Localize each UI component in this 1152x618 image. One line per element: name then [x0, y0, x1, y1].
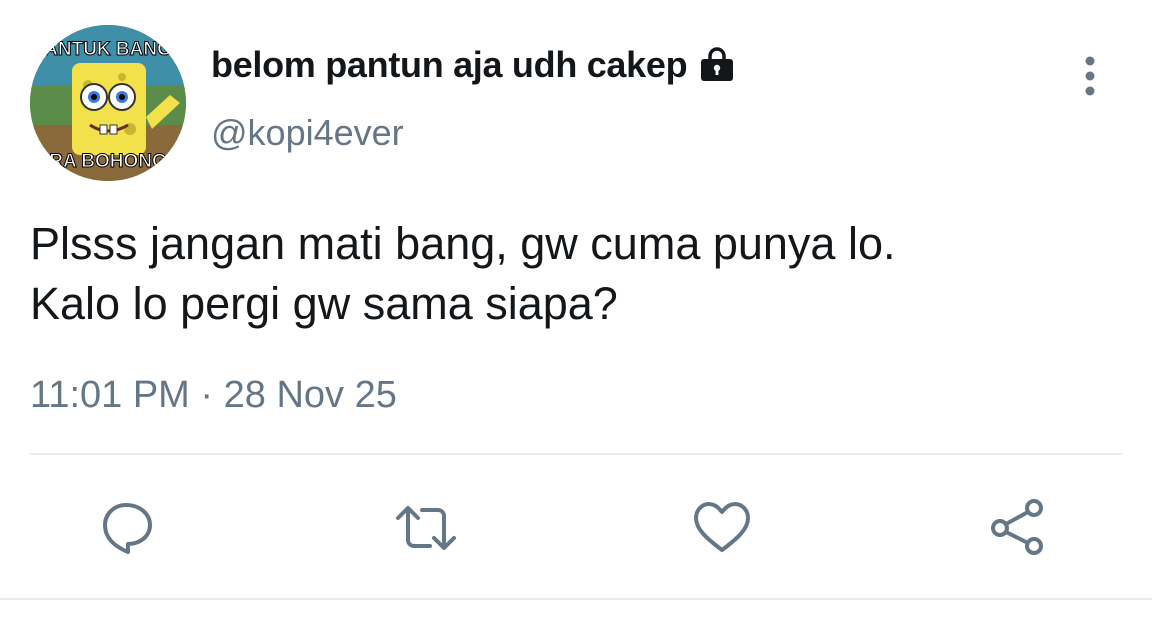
avatar-image: ANTUK BANG RA BOHONG — [30, 25, 186, 181]
more-vertical-icon — [1085, 56, 1095, 96]
tweet-timestamp[interactable]: 11:01 PM · 28 Nov 25 — [30, 374, 397, 417]
avatar-caption-top: ANTUK BANG — [44, 39, 172, 60]
divider — [30, 453, 1122, 455]
tweet-text: Plsss jangan mati bang, gw cuma punya lo… — [30, 214, 1120, 334]
lock-icon — [697, 45, 737, 85]
avatar[interactable]: ANTUK BANG RA BOHONG — [30, 25, 186, 181]
more-options-button[interactable] — [1072, 54, 1108, 98]
tweet-time: 11:01 PM — [30, 374, 190, 416]
tweet-text-line: Plsss jangan mati bang, gw cuma punya lo… — [30, 218, 896, 269]
avatar-caption-bottom: RA BOHONG — [49, 151, 167, 172]
tweet-text-line: Kalo lo pergi gw sama siapa? — [30, 278, 618, 329]
reply-icon — [103, 503, 152, 554]
divider-bottom — [0, 598, 1152, 600]
retweet-icon — [396, 506, 456, 550]
reply-button[interactable] — [96, 496, 160, 560]
share-icon — [991, 499, 1043, 555]
share-button[interactable] — [986, 496, 1050, 560]
tweet-date: 28 Nov 25 — [223, 374, 397, 416]
author-display-name[interactable]: belom pantun aja udh cakep — [211, 44, 737, 86]
retweet-button[interactable] — [394, 496, 458, 560]
like-button[interactable] — [690, 496, 754, 560]
timestamp-separator: · — [200, 374, 214, 416]
author-handle[interactable]: @kopi4ever — [211, 112, 404, 154]
display-name-text: belom pantun aja udh cakep — [211, 44, 688, 85]
heart-icon — [694, 502, 750, 552]
